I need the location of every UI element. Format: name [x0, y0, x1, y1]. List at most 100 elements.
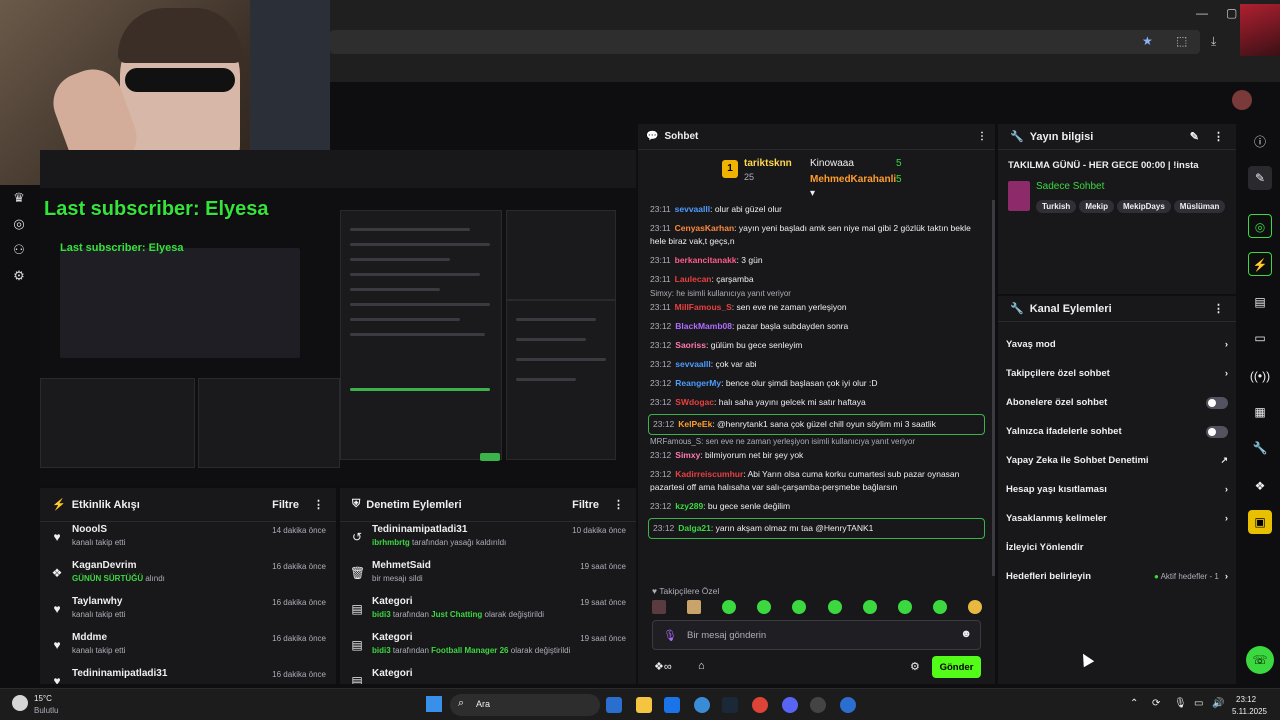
profile-avatar[interactable]	[1240, 4, 1280, 56]
users-icon[interactable]: ⚇	[10, 241, 28, 259]
points-icon[interactable]: ❖∞	[654, 660, 672, 673]
app-icon[interactable]	[664, 697, 680, 713]
chat-message: 23:12 Kadirreiscumhur: Abi Yarın olsa cum…	[650, 469, 960, 492]
list-item: ♥ Tedininamipatladi31 16 dakika önce	[40, 668, 336, 684]
wrench-icon: 🔧	[1010, 131, 1024, 143]
taskbar-search[interactable]: ⌕ Ara	[450, 694, 600, 716]
emote-icon[interactable]	[652, 600, 666, 614]
support-icon[interactable]: ☏	[1246, 646, 1274, 674]
activity-feed-panel: ⚡ Etkinlik Akışı Filtre ⋮ ♥ NooolS kanal…	[40, 488, 336, 684]
chevron-right-icon: ›	[1224, 484, 1228, 495]
chevron-up-icon[interactable]: ⌃	[1130, 698, 1138, 709]
highlighted-chat-message: 23:12 Dalga21: yarın akşam olmaz mı taa @…	[648, 518, 985, 539]
clock-time[interactable]: 23:12	[1236, 695, 1256, 704]
maximize-icon[interactable]: ▢	[1226, 6, 1237, 20]
obs-icon[interactable]	[810, 697, 826, 713]
emote-icon[interactable]	[862, 600, 877, 614]
host-row[interactable]: İzleyici Yönlendir	[998, 533, 1236, 562]
discord-icon[interactable]	[782, 697, 798, 713]
treasure-icon[interactable]: ▣	[1248, 510, 1272, 534]
goals-row[interactable]: Hedefleri belirleyin ● Aktif hedefler - 1…	[998, 562, 1236, 591]
slow-mode-row[interactable]: Yavaş mod ›	[998, 330, 1236, 359]
user-avatar[interactable]	[1232, 90, 1252, 110]
volume-icon[interactable]: 🔊	[1212, 698, 1224, 709]
chat-scrollbar[interactable]	[992, 200, 995, 576]
address-bar[interactable]	[330, 30, 1200, 54]
collapse-chevron-icon[interactable]: ▾	[810, 188, 815, 199]
emoji-icon[interactable]: ☻	[960, 628, 972, 640]
emote-icon[interactable]	[897, 600, 912, 614]
sync-icon[interactable]: ⟳	[1152, 698, 1160, 709]
file-explorer-icon[interactable]	[636, 697, 652, 713]
extensions-icon[interactable]: ⬚	[1176, 34, 1187, 48]
app-icon[interactable]	[840, 697, 856, 713]
clock-date[interactable]: 5.11.2025	[1232, 707, 1267, 716]
document-icon[interactable]: ▤	[1248, 290, 1272, 314]
wrench-icon: 🔧	[1010, 303, 1024, 315]
steam-app-icon[interactable]	[722, 697, 738, 713]
channel-actions-menu-icon[interactable]: ⋮	[1213, 302, 1224, 315]
microphone-icon[interactable]: 🎙	[663, 629, 677, 642]
activity-menu-icon[interactable]: ⋮	[313, 498, 324, 511]
account-age-row[interactable]: Hesap yaşı kısıtlaması ›	[998, 475, 1236, 504]
pencil-icon[interactable]: ✎	[1248, 166, 1272, 190]
info-icon[interactable]: ⓘ	[1248, 130, 1272, 154]
followers-only-row[interactable]: Takipçilere özel sohbet ›	[998, 359, 1236, 388]
emote-icon[interactable]	[967, 600, 982, 614]
chat-message: 23:12 sevvaalll: çok var abi	[650, 359, 757, 369]
last-subscriber-overlay-small: Last subscriber: Elyesa	[60, 242, 184, 254]
microphone-icon[interactable]: 🎙	[1174, 698, 1187, 709]
subscribers-only-toggle[interactable]	[1206, 396, 1228, 409]
chat-bubble-icon: 💬	[646, 131, 659, 142]
start-icon[interactable]	[426, 696, 442, 712]
message-icon[interactable]: ▭	[1248, 326, 1272, 350]
stream-info-panel: 🔧 Yayın bilgisi ✎ ⋮ TAKILMA GÜNÜ - HER G…	[998, 124, 1236, 294]
moderation-title: Denetim Eylemleri	[366, 498, 462, 511]
task-view-icon[interactable]	[606, 697, 622, 713]
emote-icon[interactable]	[687, 600, 702, 614]
chat-title: Sohbet	[664, 131, 699, 142]
stream-info-menu-icon[interactable]: ⋮	[1213, 130, 1224, 143]
stream-category[interactable]: Sadece Sohbet	[1036, 181, 1236, 192]
trophy-icon[interactable]: ♛	[10, 189, 28, 207]
target-icon[interactable]: ◎	[1248, 214, 1272, 238]
download-icon[interactable]: ⤓	[1211, 34, 1216, 49]
status-dot-icon: ●	[1153, 572, 1161, 581]
category-thumbnail	[1008, 181, 1030, 211]
emotes-only-toggle[interactable]	[1206, 425, 1228, 438]
points-icon[interactable]: ❖	[1248, 474, 1272, 498]
emote-icon[interactable]	[827, 600, 842, 614]
settings-icon[interactable]: ⚙	[910, 660, 920, 673]
emote-icon[interactable]	[932, 600, 947, 614]
stream-title: TAKILMA GÜNÜ - HER GECE 00:00 | !insta	[1008, 160, 1199, 171]
chrome-icon[interactable]	[752, 697, 768, 713]
ai-moderation-row[interactable]: Yapay Zeka ile Sohbet Denetimi ↗	[998, 446, 1236, 475]
send-button[interactable]: Gönder	[932, 656, 981, 678]
weather-text: Bulutlu	[34, 706, 59, 715]
lightning-icon[interactable]: ⚡	[1248, 252, 1272, 276]
wrench-icon[interactable]: 🔧	[1248, 436, 1272, 460]
minimize-icon[interactable]: —	[1196, 6, 1208, 20]
chat-message: 23:12 kzy289: bu gece senle değilim	[650, 501, 791, 511]
emote-icon[interactable]	[757, 600, 772, 614]
list-item: ↺ Tedininamipatladi31 ibrhmbrtg tarafınd…	[351, 524, 626, 547]
chat-menu-icon[interactable]: ⋮	[977, 131, 987, 142]
moderation-filter-button[interactable]: Filtre	[572, 499, 599, 511]
list-item: ❖ KaganDevrim GÜNÜN SÜRTÜĞÜ alındı 16 da…	[51, 560, 326, 583]
store-icon[interactable]: ⌂	[698, 660, 705, 672]
emote-icon[interactable]	[792, 600, 807, 614]
edit-icon[interactable]: ✎	[1190, 130, 1199, 143]
steam-icon[interactable]	[694, 697, 710, 713]
gear-icon[interactable]: ⚙	[10, 267, 28, 285]
monitor-icon[interactable]: ▭	[1194, 698, 1203, 709]
chat-input[interactable]: 🎙 Bir mesaj gönderin ☻	[652, 620, 981, 650]
layout-icon[interactable]: ▦	[1248, 400, 1272, 424]
taskbar: 15°C Bulutlu ⌕ Ara ⌃ ⟳ 🎙 ▭ 🔊 23:12 5.11.…	[0, 688, 1280, 720]
moderation-menu-icon[interactable]: ⋮	[613, 498, 624, 511]
target-icon[interactable]: ◎	[10, 215, 28, 233]
emote-icon[interactable]	[722, 600, 737, 614]
activity-filter-button[interactable]: Filtre	[272, 499, 299, 511]
bookmark-star-icon[interactable]: ★	[1142, 34, 1153, 48]
broadcast-icon[interactable]: ((•))	[1248, 364, 1272, 388]
banned-words-row[interactable]: Yasaklanmış kelimeler ›	[998, 504, 1236, 533]
